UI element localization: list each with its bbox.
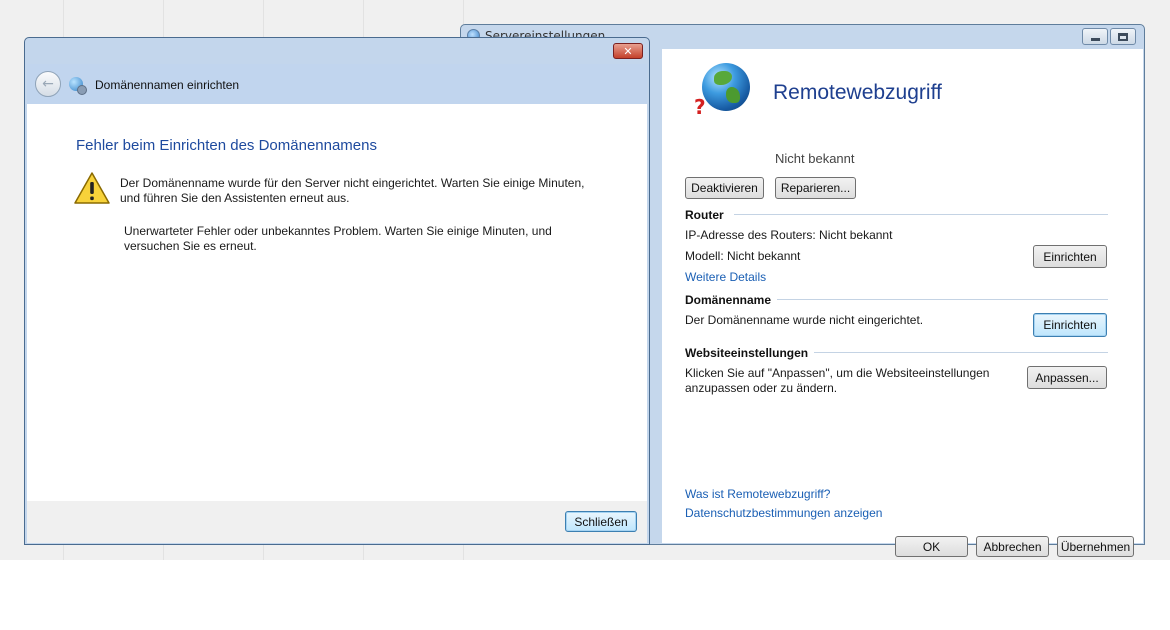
- what-is-remote-access-link[interactable]: Was ist Remotewebzugriff?: [685, 487, 830, 501]
- website-text-line1: Klicken Sie auf "Anpassen", um die Websi…: [685, 366, 990, 380]
- domain-status-text: Der Domänenname wurde nicht eingerichtet…: [685, 313, 924, 327]
- page-title: Remotewebzugriff: [773, 81, 942, 104]
- remote-access-panel: ? Remotewebzugriff Nicht bekannt Deaktiv…: [662, 49, 1143, 557]
- website-text-line2: anzupassen oder zu ändern.: [685, 381, 838, 395]
- error-message-line1: Der Domänenname wurde für den Server nic…: [120, 176, 585, 190]
- ok-button[interactable]: OK: [895, 536, 968, 557]
- privacy-statement-link[interactable]: Datenschutzbestimmungen anzeigen: [685, 506, 882, 520]
- back-arrow-icon[interactable]: ←: [35, 71, 61, 97]
- domain-setup-button[interactable]: Einrichten: [1033, 313, 1107, 337]
- minimize-button[interactable]: [1082, 28, 1108, 45]
- maximize-icon: [1118, 32, 1128, 41]
- status-text: Nicht bekannt: [775, 151, 855, 166]
- cancel-button[interactable]: Abbrechen: [976, 536, 1049, 557]
- section-divider: [814, 352, 1108, 353]
- domain-setup-dialog: ✕ ← Domänennamen einrichten Fehler beim …: [24, 37, 650, 545]
- close-window-button[interactable]: ✕: [613, 43, 643, 59]
- more-details-link[interactable]: Weitere Details: [685, 270, 766, 284]
- warning-icon: [74, 172, 110, 204]
- deactivate-button[interactable]: Deaktivieren: [685, 177, 764, 199]
- router-model-text: Modell: Nicht bekannt: [685, 249, 801, 263]
- maximize-button[interactable]: [1110, 28, 1136, 45]
- router-ip-text: IP-Adresse des Routers: Nicht bekannt: [685, 228, 893, 242]
- globe-land: [714, 71, 732, 85]
- section-divider: [734, 214, 1108, 215]
- error-title: Fehler beim Einrichten des Domänennamens: [76, 137, 377, 154]
- close-button[interactable]: Schließen: [565, 511, 637, 532]
- repair-button[interactable]: Reparieren...: [775, 177, 856, 199]
- question-mark-icon: ?: [694, 95, 706, 119]
- wizard-footer: Schließen: [27, 501, 647, 543]
- error-message-line2: und führen Sie den Assistenten erneut au…: [120, 191, 350, 205]
- minimize-icon: [1090, 38, 1100, 41]
- network-globe-icon: [69, 77, 87, 95]
- section-divider: [777, 299, 1108, 300]
- wizard-title: Domänennamen einrichten: [95, 78, 240, 92]
- router-setup-button[interactable]: Einrichten: [1033, 245, 1107, 268]
- customize-button[interactable]: Anpassen...: [1027, 366, 1107, 389]
- apply-button[interactable]: Übernehmen: [1057, 536, 1134, 557]
- close-icon: ✕: [623, 44, 633, 58]
- domain-section-header: Domänenname: [685, 293, 772, 307]
- website-section-header: Websiteeinstellungen: [685, 346, 809, 360]
- globe-land: [726, 87, 740, 103]
- router-section-header: Router: [685, 208, 724, 222]
- error-detail-line1: Unerwarteter Fehler oder unbekanntes Pro…: [124, 224, 552, 238]
- error-detail-line2: versuchen Sie es erneut.: [124, 239, 257, 253]
- wizard-header: ← Domänennamen einrichten: [27, 64, 647, 104]
- window-controls: [1082, 28, 1136, 45]
- wizard-body: Fehler beim Einrichten des Domänennamens…: [27, 104, 647, 501]
- globe-question-icon: [702, 63, 750, 111]
